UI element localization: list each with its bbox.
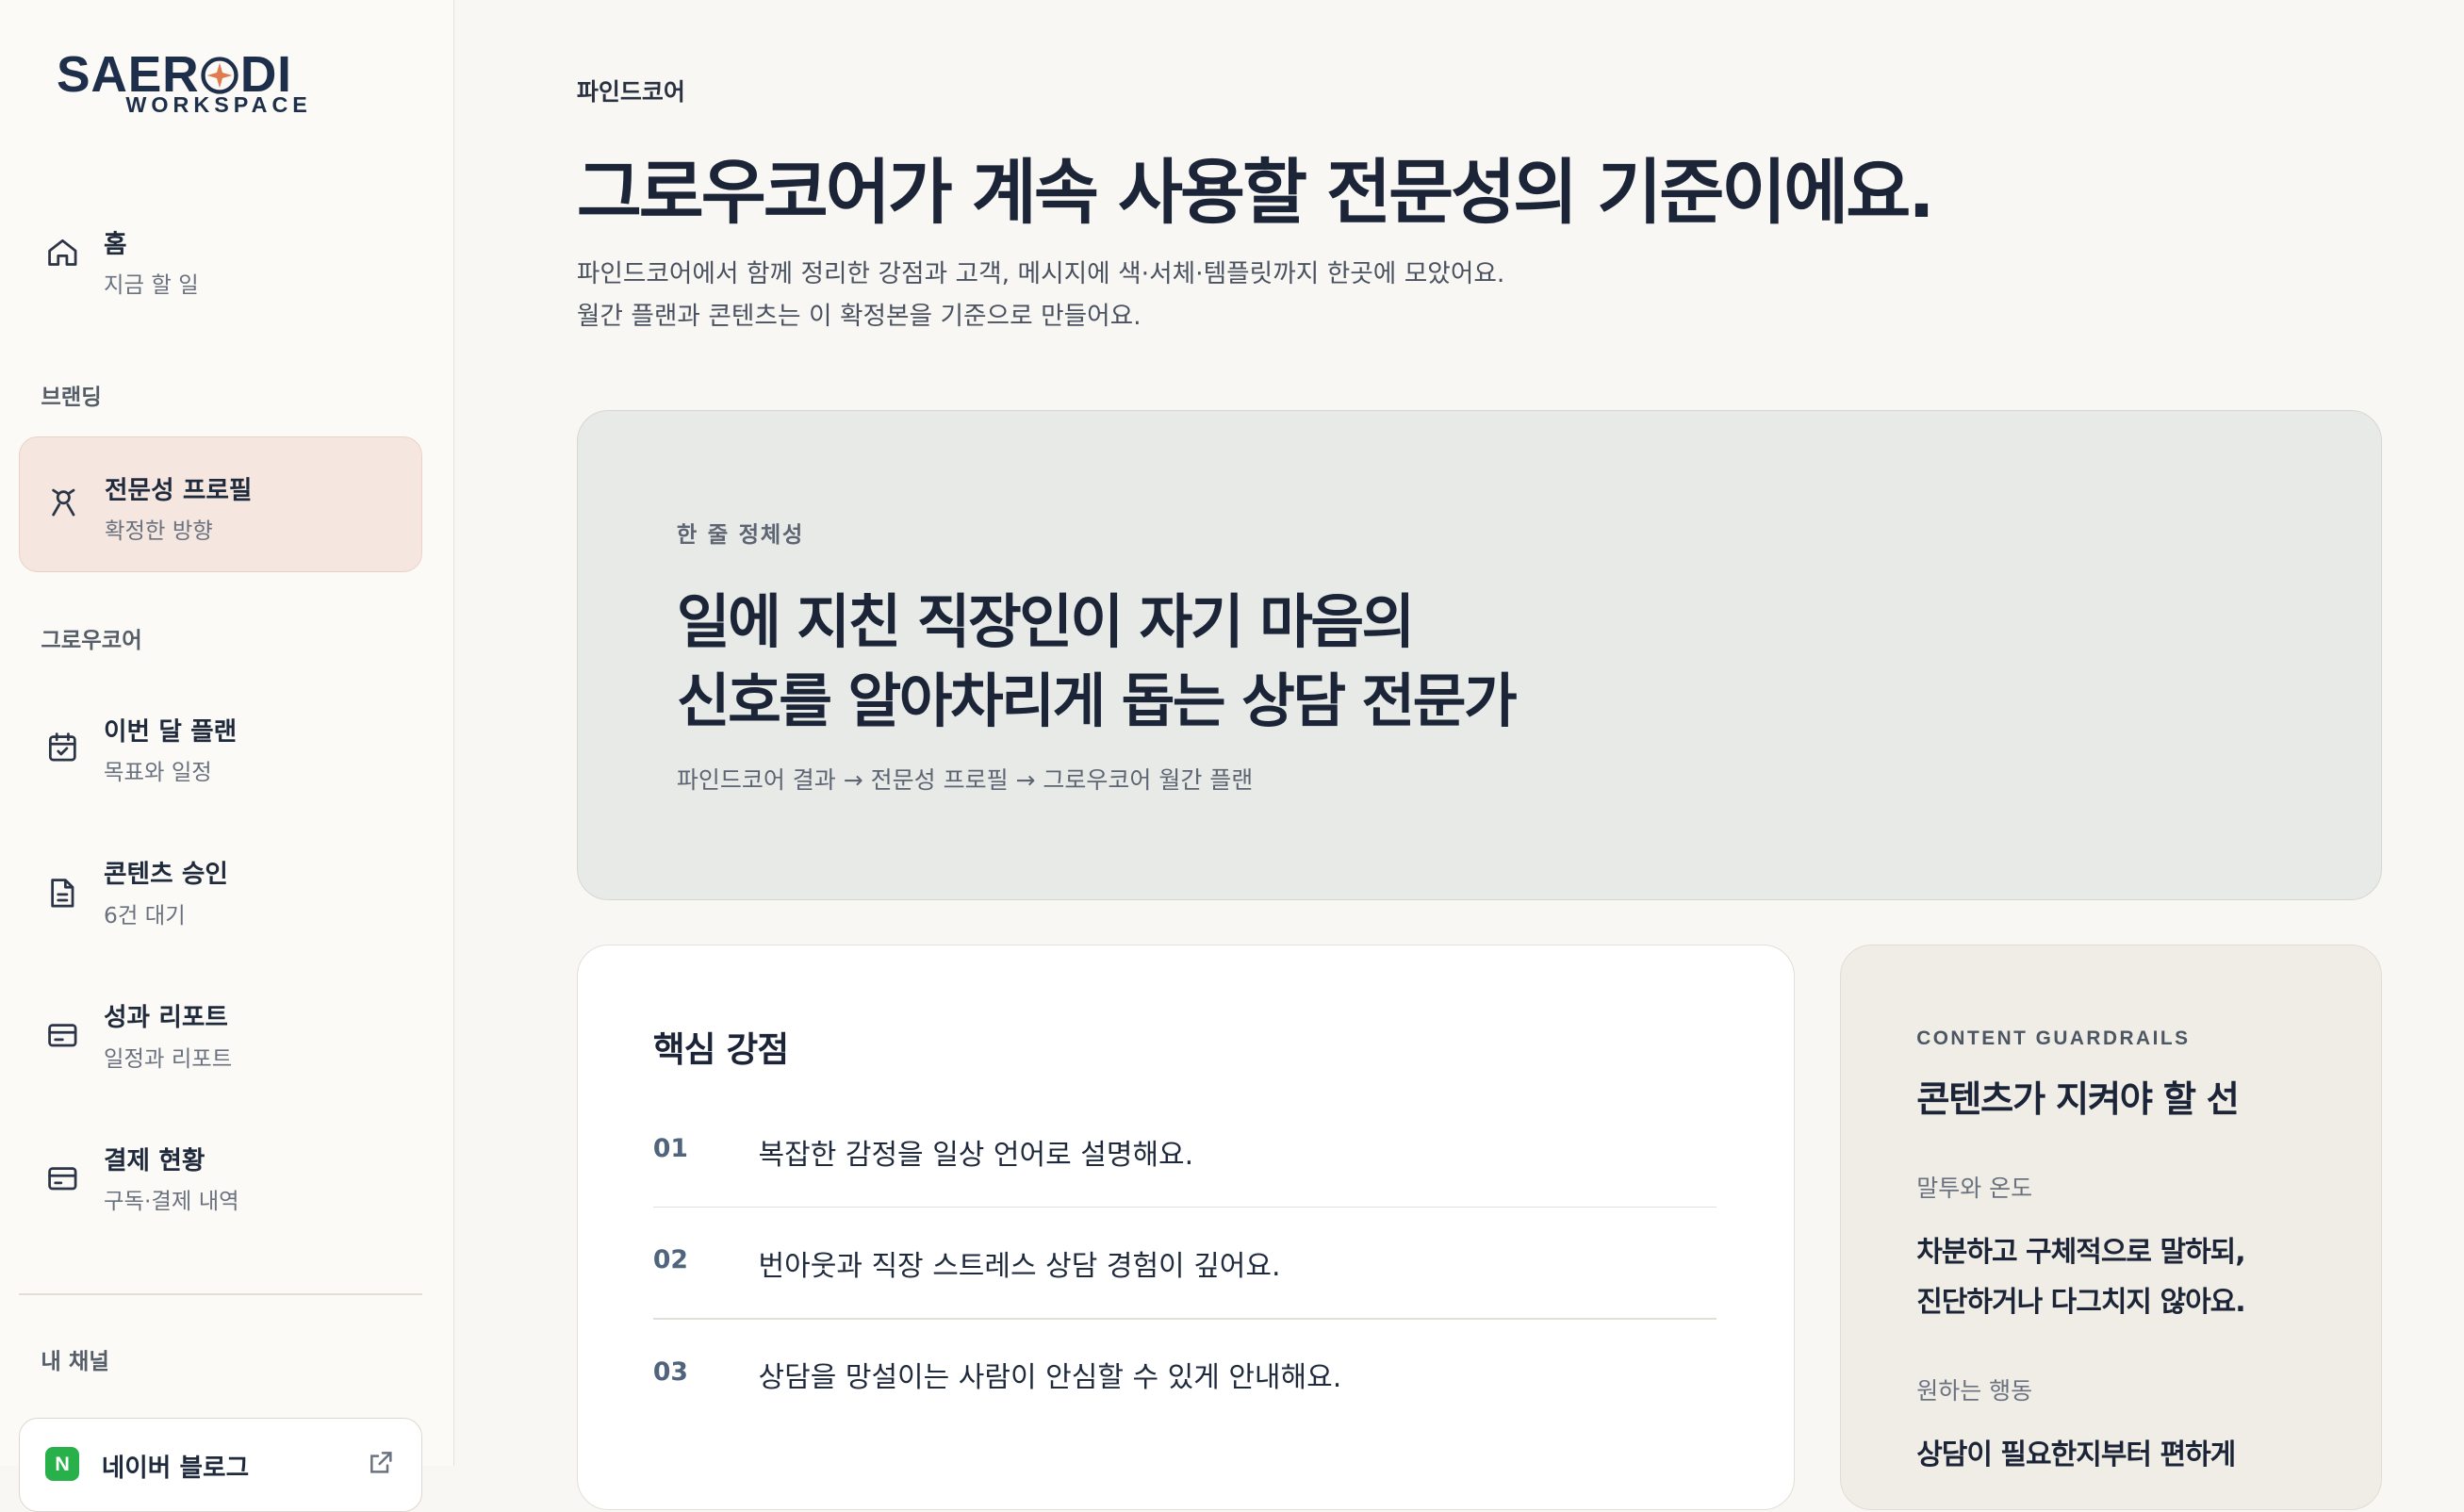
strength-divider bbox=[652, 1206, 1717, 1208]
guardrail-tone-line1: 차분하고 구체적으로 말하되, bbox=[1916, 1235, 2245, 1269]
strengths-title: 핵심 강점 bbox=[652, 1028, 789, 1070]
strength-row: 02 번아웃과 직장 스트레스 상담 경험이 깊어요. bbox=[653, 1245, 1717, 1356]
credit-card-icon bbox=[48, 1167, 77, 1191]
strength-number: 02 bbox=[652, 1245, 688, 1275]
strength-divider bbox=[652, 1318, 1717, 1320]
identity-hero-card: 한 줄 정체성 일에 지친 직장인이 자기 마음의 신호를 알아차리게 돕는 상… bbox=[576, 410, 2383, 901]
hero-breadcrumb-path: 파인드코어 결과 → 전문성 프로필 → 그로우코어 월간 플랜 bbox=[676, 765, 1254, 794]
sidebar-item-profile[interactable]: 전문성 프로필 확정한 방향 bbox=[19, 436, 423, 572]
calendar-check-icon bbox=[49, 731, 77, 761]
strength-number: 01 bbox=[652, 1133, 688, 1163]
sidebar-item-home[interactable]: 홈 지금 할 일 bbox=[19, 191, 422, 326]
content-guardrails-card: CONTENT GUARDRAILS 콘텐츠가 지켜야 할 선 말투와 온도 차… bbox=[1840, 944, 2383, 1511]
channel-title: 네이버 블로그 bbox=[101, 1453, 250, 1483]
sidebar-item-subtitle: 지금 할 일 bbox=[104, 271, 199, 299]
hero-identity-line2: 신호를 알아차리게 돕는 상담 전문가 bbox=[676, 666, 1518, 735]
guardrail-label-tone: 말투와 온도 bbox=[1916, 1175, 2033, 1203]
sidebar-item-title: 성과 리포트 bbox=[104, 1002, 228, 1032]
naver-logo-icon: N bbox=[44, 1446, 80, 1482]
sidebar-item-content-approval[interactable]: 콘텐츠 승인 6건 대기 bbox=[19, 822, 422, 957]
page-description-line1: 파인드코어에서 함께 정리한 강점과 고객, 메시지에 색·서체·템플릿까지 한… bbox=[576, 259, 1505, 289]
strength-row: 01 복잡한 감정을 일상 언어로 설명해요. bbox=[653, 1134, 1717, 1245]
guardrail-label-action: 원하는 행동 bbox=[1916, 1377, 2033, 1405]
strength-text: 복잡한 감정을 일상 언어로 설명해요. bbox=[758, 1138, 1194, 1172]
home-icon bbox=[48, 239, 77, 266]
sidebar-item-subtitle: 구독·결제 내역 bbox=[104, 1188, 239, 1215]
document-icon bbox=[51, 878, 74, 908]
sidebar-item-title: 콘텐츠 승인 bbox=[104, 860, 228, 890]
strength-row: 03 상담을 망설이는 사람이 안심할 수 있게 안내해요. bbox=[653, 1357, 1717, 1469]
hero-identity-line1: 일에 지친 직장인이 자기 마음의 bbox=[676, 588, 1415, 657]
hero-label: 한 줄 정체성 bbox=[676, 520, 805, 548]
report-card-icon bbox=[48, 1024, 77, 1047]
page-eyebrow: 파인드코어 bbox=[576, 78, 685, 107]
section-label-branding: 브랜딩 bbox=[41, 383, 102, 410]
sidebar-item-title: 홈 bbox=[104, 229, 127, 259]
sidebar: SAER DI WORKSPACE 홈 지금 할 일 브랜딩 전문성 프로필 확… bbox=[0, 0, 454, 1512]
sidebar-divider bbox=[19, 1293, 423, 1295]
guardrail-action-line1: 상담이 필요한지부터 편하게 bbox=[1916, 1438, 2236, 1472]
sidebar-item-monthly-plan[interactable]: 이번 달 플랜 목표와 일정 bbox=[19, 679, 422, 814]
guardrail-tone-line2: 진단하거나 다그치지 않아요. bbox=[1916, 1286, 2245, 1320]
channel-card-naver-blog[interactable]: N 네이버 블로그 bbox=[19, 1417, 423, 1512]
strength-text: 상담을 망설이는 사람이 안심할 수 있게 안내해요. bbox=[758, 1361, 1342, 1395]
sidebar-item-subtitle: 일정과 리포트 bbox=[104, 1044, 233, 1072]
page-title: 그로우코어가 계속 사용할 전문성의 기준이에요. bbox=[576, 151, 1935, 235]
guardrails-eyebrow: CONTENT GUARDRAILS bbox=[1916, 1027, 2191, 1049]
strength-text: 번아웃과 직장 스트레스 상담 경험이 깊어요. bbox=[758, 1250, 1281, 1283]
sidebar-item-performance-report[interactable]: 성과 리포트 일정과 리포트 bbox=[19, 965, 422, 1100]
section-label-growcore: 그로우코어 bbox=[41, 627, 142, 654]
sidebar-item-title: 이번 달 플랜 bbox=[104, 716, 238, 747]
brand-logo[interactable]: SAER DI WORKSPACE bbox=[57, 50, 323, 123]
logo-subtitle: WORKSPACE bbox=[125, 92, 312, 118]
sidebar-item-billing[interactable]: 결제 현황 구독·결제 내역 bbox=[19, 1108, 422, 1242]
sidebar-item-title: 전문성 프로필 bbox=[105, 475, 253, 505]
sidebar-item-subtitle: 확정한 방향 bbox=[105, 518, 213, 545]
core-strengths-card: 핵심 강점 01 복잡한 감정을 일상 언어로 설명해요. 02 번아웃과 직장… bbox=[576, 944, 1795, 1511]
logo-star-icon bbox=[201, 57, 238, 94]
external-link-icon[interactable] bbox=[369, 1450, 394, 1475]
strength-number: 03 bbox=[652, 1356, 688, 1387]
page-description-line2: 월간 플랜과 콘텐츠는 이 확정본을 기준으로 만들어요. bbox=[576, 302, 1142, 332]
sidebar-item-subtitle: 6건 대기 bbox=[104, 901, 186, 929]
person-icon bbox=[52, 489, 75, 517]
guardrails-title: 콘텐츠가 지켜야 할 선 bbox=[1916, 1078, 2240, 1122]
section-label-channels: 내 채널 bbox=[41, 1348, 109, 1375]
sidebar-item-subtitle: 목표와 일정 bbox=[104, 759, 212, 786]
sidebar-item-title: 결제 현황 bbox=[104, 1145, 205, 1175]
